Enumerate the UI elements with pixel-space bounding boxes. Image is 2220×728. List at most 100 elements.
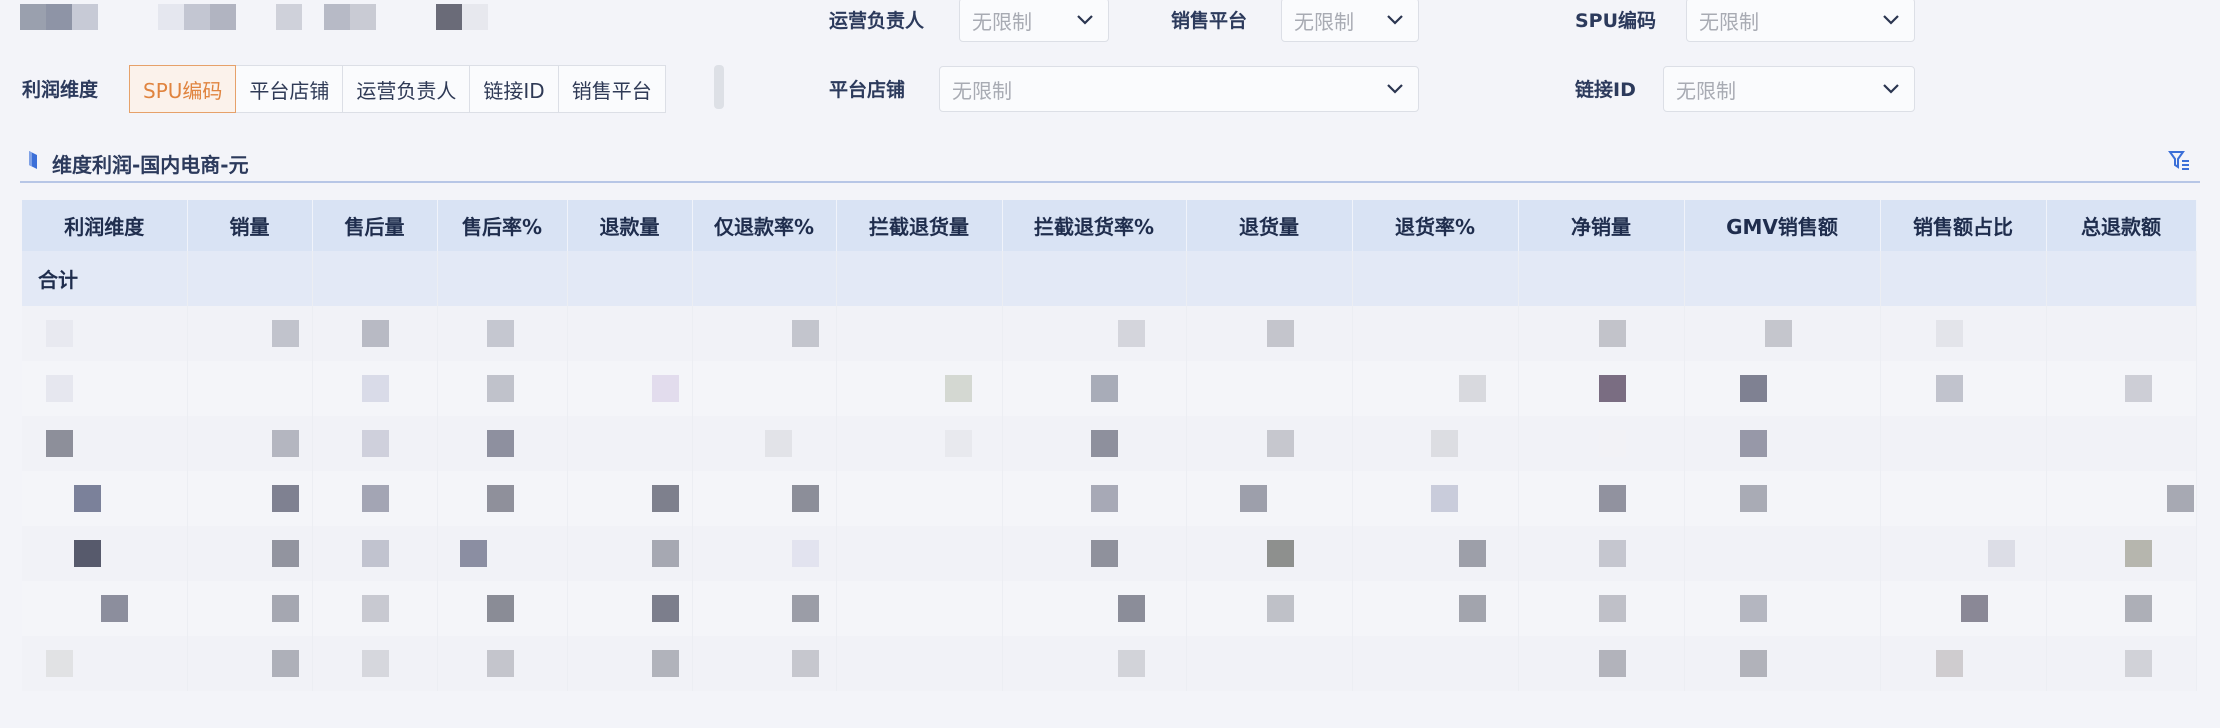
- column-header[interactable]: 净销量: [1518, 200, 1685, 251]
- column-header[interactable]: 销量: [187, 200, 313, 251]
- table-row[interactable]: [22, 416, 2197, 471]
- dimension-option-spu[interactable]: SPU编码: [129, 65, 237, 113]
- column-header[interactable]: 售后率%: [437, 200, 568, 251]
- dimension-segmented-control: SPU编码 平台店铺 运营负责人 链接ID 销售平台: [129, 65, 666, 113]
- dimension-option-platform[interactable]: 销售平台: [558, 65, 666, 113]
- redacted-cell: [1880, 361, 2047, 416]
- redacted-cell: [2046, 526, 2197, 581]
- column-header[interactable]: 退货率%: [1352, 200, 1519, 251]
- redacted-cell: [437, 471, 568, 526]
- redacted-cell: [22, 636, 188, 691]
- column-header[interactable]: GMV销售额: [1684, 200, 1881, 251]
- redacted-cell: [1880, 636, 2047, 691]
- column-header[interactable]: 售后量: [312, 200, 438, 251]
- table-row[interactable]: [22, 581, 2197, 636]
- redacted-cell: [567, 361, 693, 416]
- filter-settings-icon[interactable]: [2167, 148, 2191, 172]
- dimension-option-link-id[interactable]: 链接ID: [470, 65, 559, 113]
- redacted-cell: [1002, 361, 1187, 416]
- redacted-cell: [1352, 416, 1519, 471]
- redacted-cell: [1352, 526, 1519, 581]
- column-header[interactable]: 仅退款率%: [692, 200, 837, 251]
- redacted-cell: [1352, 581, 1519, 636]
- operator-select[interactable]: 无限制: [959, 0, 1109, 42]
- table-row[interactable]: [22, 361, 2197, 416]
- chevron-down-icon: [1384, 9, 1406, 31]
- redacted-cell: [1880, 306, 2047, 361]
- link-id-filter-label: 链接ID: [1575, 79, 1636, 101]
- redacted-cell: [1352, 361, 1519, 416]
- redacted-cell: [836, 416, 1003, 471]
- dimension-option-store[interactable]: 平台店铺: [236, 65, 344, 113]
- link-id-select[interactable]: 无限制: [1663, 66, 1915, 112]
- redacted-cell: [567, 526, 693, 581]
- redacted-cell: [312, 526, 438, 581]
- redacted-cell: [1880, 581, 2047, 636]
- redacted-cell: [1880, 526, 2047, 581]
- store-select[interactable]: 无限制: [939, 66, 1419, 112]
- redacted-cell: [1684, 306, 1881, 361]
- redacted-cell: [187, 306, 313, 361]
- redacted-cell: [312, 471, 438, 526]
- redacted-cell: [692, 471, 837, 526]
- redacted-cell: [437, 361, 568, 416]
- redacted-cell: [1684, 361, 1881, 416]
- spu-filter-label: SPU编码: [1575, 10, 1657, 32]
- section-divider: [20, 181, 2200, 183]
- redacted-cell: [437, 416, 568, 471]
- column-header[interactable]: 退货量: [1186, 200, 1353, 251]
- profit-table: 利润维度 销量 售后量 售后率% 退款量 仅退款率% 拦截退货量 拦截退货率% …: [22, 200, 2197, 691]
- redacted-cell: [437, 306, 568, 361]
- chevron-down-icon: [1074, 9, 1096, 31]
- table-row[interactable]: [22, 471, 2197, 526]
- redacted-cell: [22, 361, 188, 416]
- redacted-cell: [1684, 471, 1881, 526]
- section-title: 维度利润-国内电商-元: [52, 153, 249, 177]
- link-id-select-placeholder: 无限制: [1676, 78, 1736, 103]
- redacted-cell: [1186, 416, 1353, 471]
- redacted-cell: [1684, 416, 1881, 471]
- store-filter-label: 平台店铺: [829, 79, 906, 101]
- table-row[interactable]: [22, 636, 2197, 691]
- redacted-cell: [1684, 636, 1881, 691]
- redacted-cell: [437, 636, 568, 691]
- redacted-cell: [567, 581, 693, 636]
- redacted-cell: [2046, 361, 2197, 416]
- table-row[interactable]: [22, 526, 2197, 581]
- redacted-cell: [1518, 471, 1685, 526]
- redacted-cell: [1186, 471, 1353, 526]
- redacted-cell: [836, 361, 1003, 416]
- column-header[interactable]: 利润维度: [22, 200, 188, 251]
- spu-select-placeholder: 无限制: [1699, 9, 1759, 34]
- table-header-row: 利润维度 销量 售后量 售后率% 退款量 仅退款率% 拦截退货量 拦截退货率% …: [22, 200, 2197, 251]
- platform-select[interactable]: 无限制: [1281, 0, 1419, 42]
- redacted-cell: [1518, 526, 1685, 581]
- redacted-cell: [1352, 471, 1519, 526]
- chevron-down-icon: [1384, 78, 1406, 100]
- operator-filter-label: 运营负责人: [829, 10, 925, 32]
- redacted-header-strip: [20, 4, 488, 30]
- redacted-cell: [22, 471, 188, 526]
- spu-select[interactable]: 无限制: [1686, 0, 1915, 42]
- redacted-cell: [22, 581, 188, 636]
- redacted-cell: [692, 306, 837, 361]
- table-row[interactable]: [22, 306, 2197, 361]
- redacted-cell: [437, 581, 568, 636]
- column-header[interactable]: 销售额占比: [1880, 200, 2047, 251]
- dimension-option-operator[interactable]: 运营负责人: [343, 65, 471, 113]
- redacted-cell: [1002, 581, 1187, 636]
- column-header[interactable]: 拦截退货量: [836, 200, 1003, 251]
- redacted-cell: [312, 636, 438, 691]
- redacted-cell: [2046, 471, 2197, 526]
- redacted-cell: [1186, 581, 1353, 636]
- redacted-cell: [567, 636, 693, 691]
- redacted-cell: [2046, 636, 2197, 691]
- column-header[interactable]: 总退款额: [2046, 200, 2197, 251]
- column-header[interactable]: 拦截退货率%: [1002, 200, 1187, 251]
- redacted-cell: [187, 581, 313, 636]
- redacted-cell: [1684, 581, 1881, 636]
- scroll-handle[interactable]: [714, 65, 724, 109]
- redacted-cell: [1002, 636, 1187, 691]
- redacted-cell: [567, 471, 693, 526]
- column-header[interactable]: 退款量: [567, 200, 693, 251]
